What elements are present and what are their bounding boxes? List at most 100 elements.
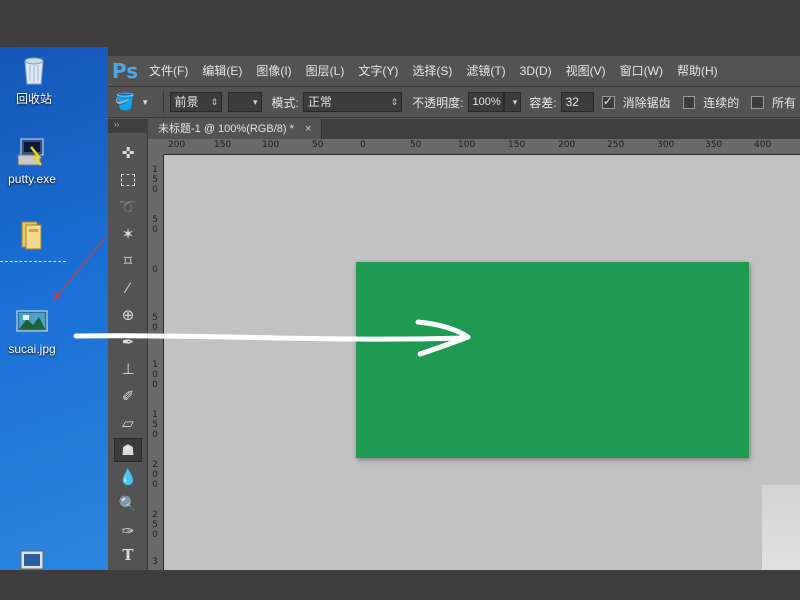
desktop-icon-putty[interactable]: putty.exe xyxy=(0,135,68,186)
menu-file[interactable]: 文件(F) xyxy=(142,56,195,86)
clone-stamp-tool[interactable]: ⊥ xyxy=(114,357,142,381)
mode-label: 模式: xyxy=(271,95,299,110)
chevron-down-icon: ▼ xyxy=(141,97,150,107)
tolerance-value: 32 xyxy=(565,95,579,109)
antialias-label: 消除锯齿 xyxy=(622,95,671,110)
menu-layer[interactable]: 图层(L) xyxy=(299,56,352,86)
putty-icon xyxy=(15,135,49,169)
menu-type[interactable]: 文字(Y) xyxy=(351,56,405,86)
antialias-checkbox[interactable] xyxy=(601,94,615,109)
ruler-tick-label: 400 xyxy=(754,140,772,150)
chevron-down-icon: ▾ xyxy=(512,97,518,107)
canvas-artifact xyxy=(762,485,800,570)
mode-value: 正常 xyxy=(307,95,332,109)
ruler-tick-label: 50 xyxy=(152,313,158,333)
ruler-tick-label: 250 xyxy=(152,510,158,540)
paint-bucket-icon: 🪣 xyxy=(115,94,136,111)
horizontal-ruler[interactable]: 200 150 100 50 0 50 100 150 200 250 300 … xyxy=(164,139,800,155)
tolerance-field[interactable]: 32 xyxy=(560,92,594,112)
desktop-icon-computer[interactable] xyxy=(0,547,68,570)
desktop-icon-sucai[interactable]: sucai.jpg xyxy=(0,305,68,356)
marquee-icon xyxy=(121,174,135,186)
updown-arrow-icon: ⇕ xyxy=(210,97,219,107)
image-file-icon xyxy=(15,305,49,339)
document-tab-title: 未标题-1 @ 100%(RGB/8) * xyxy=(158,123,294,135)
ruler-tick-label: 100 xyxy=(458,140,476,150)
canvas-area[interactable] xyxy=(164,155,800,570)
lasso-tool[interactable]: ➰ xyxy=(114,195,142,219)
desktop: 回收站 putty.exe sucai.jpg xyxy=(0,47,108,570)
brush-tool[interactable]: ✒ xyxy=(114,330,142,354)
desktop-icon-label: sucai.jpg xyxy=(8,342,56,356)
move-icon: ✜ xyxy=(121,145,135,162)
ruler-tick-label: 150 xyxy=(214,140,232,150)
opacity-dropdown[interactable]: ▾ xyxy=(503,92,522,112)
tolerance-label: 容差: xyxy=(529,95,557,110)
computer-icon xyxy=(15,547,49,570)
screen-border-top xyxy=(0,0,800,47)
dodge-icon: 🔍 xyxy=(118,496,138,513)
close-tab-icon[interactable]: × xyxy=(305,123,311,135)
all-layers-checkbox[interactable] xyxy=(751,95,764,109)
vertical-ruler[interactable]: 150 50 0 50 100 150 200 250 3 xyxy=(148,155,164,570)
ruler-origin[interactable] xyxy=(148,139,164,155)
desktop-icon-recycle-bin[interactable]: 回收站 xyxy=(0,53,70,107)
document-tab[interactable]: 未标题-1 @ 100%(RGB/8) * × xyxy=(148,119,323,139)
menu-filter[interactable]: 滤镜(T) xyxy=(459,56,512,86)
healing-brush-tool[interactable]: ⊕ xyxy=(114,303,142,327)
crop-tool[interactable]: ⌑ xyxy=(114,249,142,273)
menu-edit[interactable]: 编辑(E) xyxy=(195,56,249,86)
eraser-tool[interactable]: ▱ xyxy=(114,411,142,435)
folder-icon xyxy=(13,217,47,251)
contiguous-label: 连续的 xyxy=(703,95,740,110)
ruler-tick-label: 100 xyxy=(262,140,280,150)
eraser-icon: ▱ xyxy=(122,415,134,432)
history-brush-tool[interactable]: ✐ xyxy=(114,384,142,408)
pen-tool[interactable]: ✑ xyxy=(114,519,142,543)
menu-window[interactable]: 窗口(W) xyxy=(613,56,670,86)
eyedropper-tool[interactable]: ∕ xyxy=(114,276,142,300)
ruler-tick-label: 300 xyxy=(657,140,675,150)
ruler-tick-label: 150 xyxy=(152,165,158,195)
menu-help[interactable]: 帮助(H) xyxy=(670,56,725,86)
menu-3d[interactable]: 3D(D) xyxy=(513,56,559,86)
ruler-tick-label: 150 xyxy=(152,410,158,440)
history-brush-icon: ✐ xyxy=(121,388,135,405)
magic-wand-icon: ✶ xyxy=(121,226,135,243)
dodge-tool[interactable]: 🔍 xyxy=(114,492,142,516)
desktop-icon-folder[interactable] xyxy=(0,217,66,254)
updown-arrow-icon: ⇕ xyxy=(390,97,399,107)
menu-select[interactable]: 选择(S) xyxy=(405,56,459,86)
magic-wand-tool[interactable]: ✶ xyxy=(114,222,142,246)
ruler-tick-label: 50 xyxy=(410,140,422,150)
ruler-tick-label: 200 xyxy=(168,140,186,150)
type-tool[interactable]: T xyxy=(114,543,142,567)
fill-source-select[interactable]: 前景 ⇕ xyxy=(169,92,223,112)
paint-bucket-tool[interactable]: ☗ xyxy=(114,438,142,462)
menu-view[interactable]: 视图(V) xyxy=(559,56,613,86)
desktop-icon-label: 回收站 xyxy=(15,92,52,106)
pattern-picker[interactable]: ▾ xyxy=(228,92,262,112)
ruler-tick-label: 150 xyxy=(508,140,526,150)
blur-tool[interactable]: 💧 xyxy=(114,465,142,489)
ruler-tick-label: 350 xyxy=(705,140,723,150)
marquee-tool[interactable] xyxy=(114,168,142,192)
toolbox-collapse-button[interactable]: ›› xyxy=(108,119,148,133)
ruler-tick-label: 50 xyxy=(312,140,324,150)
mode-select[interactable]: 正常 ⇕ xyxy=(302,92,403,112)
tool-preset-picker[interactable]: 🪣 ▼ xyxy=(108,92,157,112)
crop-icon: ⌑ xyxy=(124,253,132,270)
opacity-field[interactable]: 100% xyxy=(467,92,504,112)
document-canvas[interactable] xyxy=(356,262,749,458)
toolbox: ✜ ➰ ✶ ⌑ ∕ ⊕ ✒ ⊥ ✐ ▱ ☗ 💧 🔍 ✑ T xyxy=(108,133,148,570)
brush-icon: ✒ xyxy=(121,334,135,351)
menu-image[interactable]: 图像(I) xyxy=(249,56,298,86)
contiguous-checkbox[interactable] xyxy=(682,95,696,109)
ruler-tick-label: 0 xyxy=(152,265,158,275)
ruler-tick-label: 100 xyxy=(152,360,158,390)
options-bar: 🪣 ▼ 前景 ⇕ ▾ 模式: 正常 ⇕ 不透明度: 100% ▾ 容差: 32 … xyxy=(108,86,800,118)
fill-source-value: 前景 xyxy=(174,95,199,109)
move-tool[interactable]: ✜ xyxy=(114,141,142,165)
healing-brush-icon: ⊕ xyxy=(121,307,135,324)
divider xyxy=(162,91,164,113)
